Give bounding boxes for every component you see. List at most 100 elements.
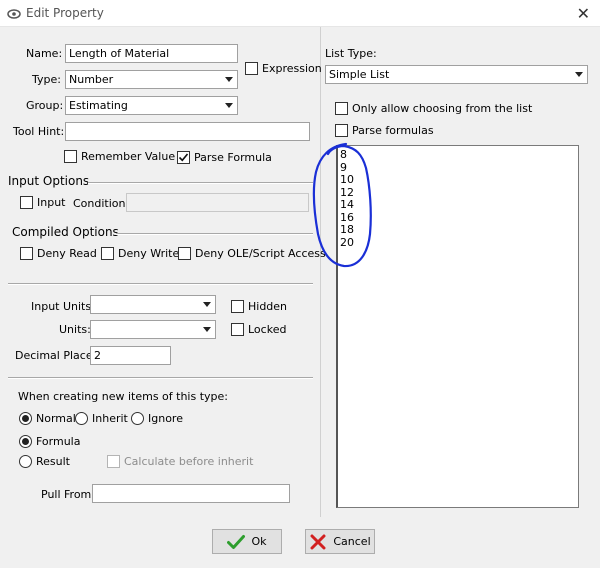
result-radio-dot [19, 455, 32, 468]
chevron-down-icon [225, 103, 233, 108]
cancel-button[interactable]: Cancel [305, 529, 375, 554]
locked-label: Locked [248, 323, 287, 336]
input-label: Input [37, 196, 66, 209]
input-box [20, 196, 33, 209]
ignore-radio-dot [131, 412, 144, 425]
checkmark-icon [178, 153, 189, 162]
parse-formula-label: Parse Formula [194, 151, 272, 164]
ok-label: Ok [251, 535, 267, 548]
hidden-box [231, 300, 244, 313]
units-divider [8, 283, 313, 285]
close-icon[interactable]: ✕ [577, 4, 590, 23]
list-type-select[interactable]: Simple List [325, 65, 588, 84]
deny-ole-box [178, 247, 191, 260]
app-icon [7, 9, 21, 19]
pull-from-label: Pull From: [41, 488, 95, 501]
inherit-radio-dot [75, 412, 88, 425]
checkmark-icon [227, 534, 246, 549]
ignore-radio[interactable]: Ignore [131, 412, 183, 425]
condition-label: Condition: [73, 197, 130, 210]
only-allow-box [335, 102, 348, 115]
name-label: Name: [26, 47, 63, 60]
calc-before-inherit-label: Calculate before inherit [124, 455, 254, 468]
input-units-select[interactable] [90, 295, 216, 314]
parse-formulas-checkbox[interactable]: Parse formulas [335, 124, 434, 137]
normal-radio-dot [19, 412, 32, 425]
group-label: Group: [26, 99, 64, 112]
pull-from-field[interactable] [92, 484, 290, 503]
panel-divider [320, 27, 321, 517]
locked-box [231, 323, 244, 336]
ok-button[interactable]: Ok [212, 529, 282, 554]
list-type-value: Simple List [329, 68, 390, 81]
list-item: 12 [340, 185, 354, 199]
creation-heading: When creating new items of this type: [18, 390, 228, 403]
normal-label: Normal [36, 412, 76, 425]
inherit-label: Inherit [92, 412, 128, 425]
deny-read-box [20, 247, 33, 260]
name-field[interactable]: Length of Material [65, 44, 238, 63]
parse-formulas-box [335, 124, 348, 137]
list-values-textarea[interactable]: 8 9 10 12 14 16 18 20 [336, 145, 579, 508]
tool-hint-field[interactable] [65, 122, 310, 141]
dialog-body: Name: Length of Material Expression Type… [0, 27, 600, 568]
deny-ole-label: Deny OLE/Script Access [195, 247, 326, 260]
input-options-title: Input Options [8, 174, 90, 188]
ignore-label: Ignore [148, 412, 183, 425]
only-allow-checkbox[interactable]: Only allow choosing from the list [335, 102, 532, 115]
list-item: 8 [340, 148, 347, 161]
normal-radio[interactable]: Normal [19, 412, 76, 425]
calc-before-inherit-box [107, 455, 120, 468]
hidden-label: Hidden [248, 300, 288, 313]
condition-field[interactable] [126, 193, 309, 212]
group-select[interactable]: Estimating [65, 96, 238, 115]
result-label: Result [36, 455, 70, 468]
group-value: Estimating [69, 99, 128, 112]
units-select[interactable] [90, 320, 216, 339]
only-allow-label: Only allow choosing from the list [352, 102, 533, 115]
expression-label: Expression [262, 62, 322, 75]
list-item: 14 [340, 198, 354, 211]
decimal-places-field[interactable]: 2 [90, 346, 171, 365]
calc-before-inherit-checkbox[interactable]: Calculate before inherit [107, 455, 253, 468]
list-item: 10 [340, 173, 354, 186]
expression-checkbox[interactable]: Expression [245, 62, 322, 75]
result-radio[interactable]: Result [19, 455, 70, 468]
compiled-options-divider [116, 233, 313, 235]
chevron-down-icon [203, 302, 211, 307]
decimal-places-label: Decimal Places: [15, 349, 103, 362]
list-item: 20 [340, 235, 354, 249]
deny-ole-checkbox[interactable]: Deny OLE/Script Access [178, 247, 326, 260]
window-title: Edit Property [26, 6, 104, 20]
deny-write-box [101, 247, 114, 260]
formula-radio-dot [19, 435, 32, 448]
remember-value-label: Remember Value [81, 150, 176, 163]
tool-hint-label: Tool Hint: [13, 125, 65, 138]
deny-write-checkbox[interactable]: Deny Write [101, 247, 179, 260]
locked-checkbox[interactable]: Locked [231, 323, 286, 336]
formula-radio[interactable]: Formula [19, 435, 80, 448]
type-label: Type: [32, 73, 61, 86]
parse-formula-checkbox[interactable]: Parse Formula [177, 151, 272, 164]
input-checkbox[interactable]: Input [20, 196, 65, 209]
expression-box [245, 62, 258, 75]
deny-read-label: Deny Read [37, 247, 97, 260]
red-x-icon [310, 534, 326, 549]
parse-formulas-label: Parse formulas [352, 124, 434, 137]
type-value: Number [69, 73, 114, 86]
creation-divider [8, 377, 313, 379]
units-label: Units: [59, 323, 91, 336]
hidden-checkbox[interactable]: Hidden [231, 300, 287, 313]
list-item: 18 [340, 223, 354, 236]
type-select[interactable]: Number [65, 70, 238, 89]
compiled-options-title: Compiled Options [12, 225, 119, 239]
chevron-down-icon [575, 72, 583, 77]
input-options-divider [88, 182, 313, 184]
chevron-down-icon [225, 77, 233, 82]
cancel-label: Cancel [333, 535, 371, 548]
remember-value-checkbox[interactable]: Remember Value [64, 150, 175, 163]
deny-read-checkbox[interactable]: Deny Read [20, 247, 97, 260]
formula-label: Formula [36, 435, 81, 448]
list-type-label: List Type: [325, 47, 377, 60]
inherit-radio[interactable]: Inherit [75, 412, 128, 425]
